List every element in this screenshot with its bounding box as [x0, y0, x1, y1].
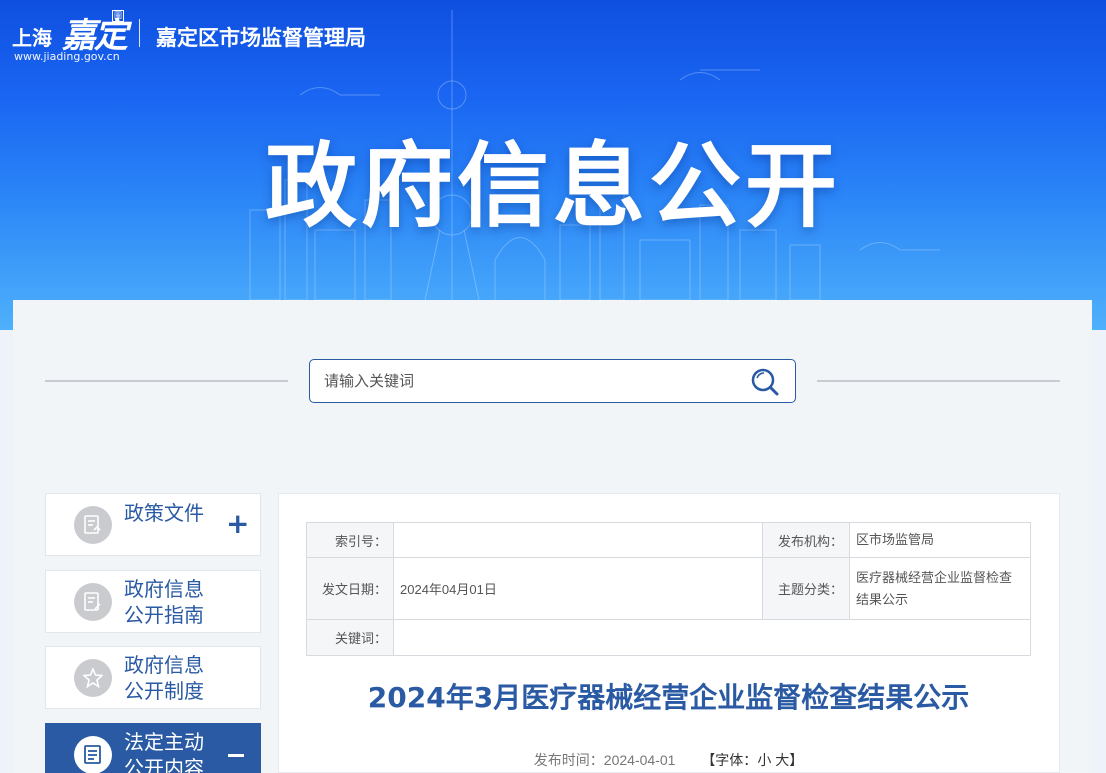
search-divider-left	[45, 380, 288, 382]
guide-icon	[74, 583, 112, 621]
sidebar-item-label-line2: 公开内容	[124, 756, 204, 773]
sidebar-item-label: 政府信息	[124, 577, 204, 601]
regulation-icon	[74, 659, 112, 697]
sidebar-item-policy-documents[interactable]: 政策文件 +	[45, 493, 261, 556]
search-bar	[309, 359, 796, 403]
table-row: 发文日期： 2024年04月01日 主题分类： 医疗器械经营企业监督检查结果公示	[306, 557, 1031, 620]
expand-icon[interactable]: +	[226, 510, 249, 538]
document-icon	[74, 506, 112, 544]
search-divider-right	[817, 380, 1060, 382]
font-size-label-prefix: 【字体：	[701, 752, 758, 768]
collapse-icon[interactable]	[228, 754, 244, 757]
sidebar-item-label: 法定主动	[124, 730, 204, 754]
font-size-label-suffix: 】	[789, 752, 804, 768]
document-title: 2024年3月医疗器械经营企业监督检查结果公示	[367, 681, 970, 714]
publish-info: 发布时间：2024-04-01 【字体：小 大】	[306, 750, 1031, 770]
date-label: 发文日期：	[306, 557, 394, 620]
table-row: 索引号： 发布机构： 区市场监管局	[306, 522, 1031, 558]
department-name[interactable]: 嘉定区市场监督管理局	[156, 22, 366, 52]
logo-seal: 圖	[112, 10, 124, 22]
keyword-value	[393, 619, 1031, 656]
index-value	[393, 522, 763, 558]
list-icon	[74, 736, 112, 773]
sidebar-item-label: 政策文件	[124, 501, 204, 525]
search-icon[interactable]	[749, 366, 781, 398]
sidebar-item-label: 政府信息	[124, 653, 204, 677]
font-large-link[interactable]: 大	[775, 752, 789, 768]
table-row: 关键词：	[306, 619, 1031, 656]
font-small-link[interactable]: 小	[757, 752, 771, 768]
index-label: 索引号：	[306, 522, 394, 558]
sidebar-item-label-line2: 公开指南	[124, 603, 204, 627]
page-title: 政府信息公开	[264, 133, 841, 240]
logo-city: 上海	[12, 26, 52, 50]
logo-divider	[139, 19, 140, 47]
keyword-label: 关键词：	[306, 619, 394, 656]
logo-url: www.jiading.gov.cn	[14, 50, 120, 63]
topic-label: 主题分类：	[762, 557, 850, 620]
date-value: 2024年04月01日	[393, 557, 763, 620]
sidebar-item-disclosure-regulation[interactable]: 政府信息 公开制度	[45, 646, 261, 709]
sidebar-item-disclosure-guide[interactable]: 政府信息 公开指南	[45, 570, 261, 633]
publish-time: 发布时间：2024-04-01	[533, 752, 676, 768]
search-input[interactable]	[324, 360, 744, 402]
document-meta-table: 索引号： 发布机构： 区市场监管局 发文日期： 2024年04月01日 主题分类…	[306, 522, 1031, 656]
topic-value: 医疗器械经营企业监督检查结果公示	[849, 557, 1031, 620]
font-size-control: 【字体：小 大】	[701, 752, 803, 768]
publisher-value: 区市场监管局	[849, 522, 1031, 558]
header-banner: 上海 嘉定 圖 www.jiading.gov.cn 嘉定区市场监督管理局 政府…	[0, 0, 1106, 330]
sidebar-item-label-line2: 公开制度	[124, 679, 204, 703]
sidebar-item-statutory-disclosure[interactable]: 法定主动 公开内容	[45, 723, 261, 773]
publisher-label: 发布机构：	[762, 522, 850, 558]
